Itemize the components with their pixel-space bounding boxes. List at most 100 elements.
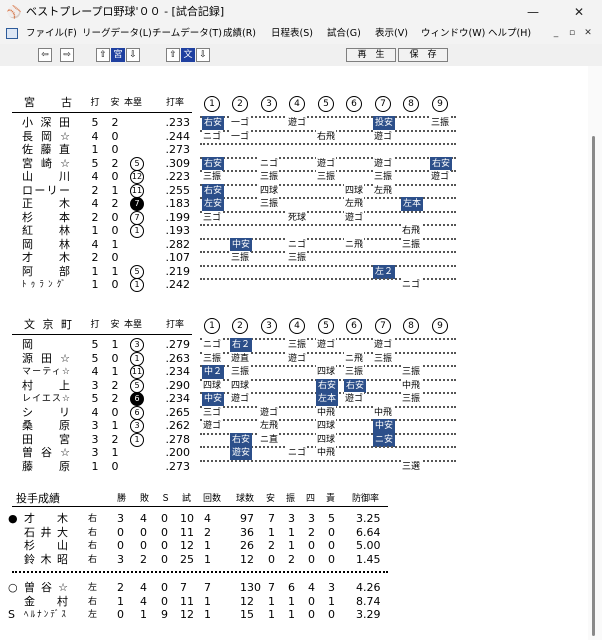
at-bat-result: 右安 (344, 378, 367, 393)
vertical-scrollbar[interactable] (588, 66, 602, 640)
batter-row[interactable]: レイエス☆ 5 2 6.234 中安 遊ゴ 左本 遊ゴ 三振 (0, 392, 588, 406)
arrow-down-icon[interactable]: ⇩ (126, 48, 140, 62)
hits: 0 (111, 210, 119, 224)
home-run-count: 7 (130, 197, 144, 211)
batter-row[interactable]: 正木 4 2 7 .183 左安 三振 左飛 左本 (0, 197, 588, 211)
at-bat-result: 遊ゴ (202, 419, 223, 433)
header-avg: 打率 (166, 98, 185, 108)
batter-row[interactable]: 源田☆ 5 0 1.263 三振 遊直 遊ゴ ニ飛 三振 (0, 351, 588, 366)
batter-row[interactable]: 村上 3 2 5 .290 四球 四球 右安 右安 中飛 (0, 378, 588, 393)
at-bat-result: 左本 (401, 197, 424, 211)
batter-row[interactable]: 紅林 1 0 1 .193 右飛 (0, 224, 588, 238)
pitcher-row[interactable]: S ﾍﾙﾅﾝﾃﾞｽ左 0 1 9 12 1 15 1 1 0 0 3.29 (0, 608, 588, 622)
batter-row[interactable]: 山川 4 0 12 .223 三振 三振 三振 三振 遊ゴ (0, 170, 588, 184)
pitching-er: 0 (328, 525, 335, 539)
menu-item[interactable]: 表示(V) (375, 27, 408, 41)
pitching-header-col: 振 (286, 494, 296, 504)
pitching-g: 25 (180, 552, 194, 566)
batter-row[interactable]: ﾄｩﾗﾝｸﾞ 1 0 1 .242 ニゴ (0, 278, 588, 292)
pitcher-row[interactable]: 金村右 1 4 0 11 1 12 1 1 0 1 8.74 (0, 595, 588, 609)
pitcher-name: 才木 (24, 512, 68, 525)
batter-row[interactable]: 佐藤直 1 0 .273 (0, 143, 588, 157)
batter-row[interactable]: 才木 2 0 .107 三振 三振 (0, 251, 588, 265)
pitcher-row[interactable]: 杉山右 0 0 0 12 1 26 2 1 0 0 5.00 (0, 539, 588, 553)
hits: 1 (111, 338, 119, 351)
arrow-down-icon[interactable]: ⇩ (196, 48, 210, 62)
play-button[interactable]: 再 生 (346, 48, 396, 62)
at-bats: 3 (91, 446, 99, 459)
batter-row[interactable]: 岡林 4 1 .282 中安 ニゴ ニ飛 三振 (0, 237, 588, 252)
batter-row[interactable]: シリ 4 0 6 .265 三ゴ 遊ゴ 中飛 中飛 (0, 405, 588, 420)
mdi-minimize-icon[interactable]: _ (550, 27, 562, 39)
pitching-g: 10 (180, 512, 194, 525)
player-name: 才木 (22, 251, 70, 264)
batter-row[interactable]: 岡 5 1 3.279 ニゴ 右２ 三振 遊ゴ 遊ゴ (0, 338, 588, 352)
pitching-w: 3 (117, 512, 124, 525)
menu-item[interactable]: 成績(R) (223, 27, 256, 41)
at-bat-result: 中飛 (316, 405, 337, 420)
batting-average: .279 (165, 338, 191, 351)
close-button[interactable]: ✕ (556, 0, 602, 24)
home-run-count: 5 (130, 264, 144, 279)
header-underline (12, 112, 192, 113)
menu-item[interactable]: 日程表(S) (271, 27, 313, 41)
batter-row[interactable]: 曽谷☆ 3 1 .200 遊安 ニゴ 中飛 (0, 446, 588, 460)
arrow-left-icon[interactable]: ⇦ (38, 48, 52, 62)
inning-number: 9 (432, 96, 448, 112)
pitching-bb: 0 (308, 608, 315, 621)
scroll-thumb[interactable] (592, 136, 595, 636)
at-bat-result: 遊ゴ (230, 392, 251, 406)
mdi-restore-icon[interactable]: ▫ (566, 27, 578, 39)
at-bat-result: 三振 (373, 170, 394, 184)
player-name: レイエス☆ (22, 394, 70, 404)
pitcher-row[interactable]: 石井大右 0 0 0 11 2 36 1 1 2 0 6.64 (0, 526, 588, 540)
menu-item[interactable]: チームデータ(T) (152, 27, 222, 41)
inning-number: 1 (204, 96, 220, 112)
minimize-button[interactable]: — (510, 0, 556, 24)
batter-row[interactable]: 長岡☆ 4 0 .244 ニゴ 一ゴ 右飛 遊ゴ (0, 129, 588, 144)
at-bats: 3 (91, 419, 99, 432)
at-bat-result: 死球 (287, 210, 308, 225)
at-bat-result: 三振 (202, 351, 223, 366)
menu-item[interactable]: リーグデータ(L) (82, 27, 152, 41)
at-bats: 5 (91, 392, 99, 405)
hits: 0 (111, 224, 119, 237)
team-home-button[interactable]: 宮 (111, 48, 125, 62)
pitching-bb: 0 (308, 539, 315, 552)
menu-item[interactable]: ヘルプ(H) (488, 27, 531, 41)
pitching-l: 1 (140, 608, 147, 621)
team-away-button[interactable]: 文 (181, 48, 195, 62)
at-bat-result: 右安 (202, 156, 225, 171)
batter-row[interactable]: 阿部 1 1 5.219 左２ (0, 264, 588, 279)
arrow-right-icon[interactable]: ⇨ (60, 48, 74, 62)
pitcher-name: 鈴木昭 (24, 552, 68, 566)
arrow-up-icon[interactable]: ⇧ (96, 48, 110, 62)
menu-item[interactable]: ファイル(F) (26, 27, 77, 41)
at-bats: 2 (91, 251, 99, 264)
batting-average: .242 (165, 278, 191, 291)
header-avg: 打率 (166, 320, 185, 330)
at-bat-result: 四球 (230, 378, 251, 393)
menu-item[interactable]: ウィンドウ(W) (421, 27, 485, 41)
batter-row[interactable]: 小深田 5 2 .233 右安 一ゴ 遊ゴ 投安 三振 (0, 116, 588, 130)
arrow-up-icon[interactable]: ⇧ (166, 48, 180, 62)
batter-row[interactable]: 藤原 1 0 .273 三選 (0, 459, 588, 474)
pitcher-row[interactable]: ○ 曽谷☆ 左 2 4 0 7 7 130 7 6 4 3 4.26 (0, 581, 588, 595)
batter-row[interactable]: 田宮 3 2 1 .278 右安 ニ直 四球 ニ安 (0, 432, 588, 447)
batter-row[interactable]: 杉本 2 0 7 .199 三ゴ 死球 遊ゴ (0, 210, 588, 225)
batter-row[interactable]: マーティ☆ 4 1 11.234 中２ 三振 四球 三振 三振 (0, 365, 588, 379)
pitcher-row[interactable]: ● 才木右 3 4 0 10 4 97 7 3 3 5 3.25 (0, 512, 588, 526)
batter-row[interactable]: ローリー 2 1 11.255 右安 四球 四球 左飛 (0, 183, 588, 198)
mdi-close-icon[interactable]: ✕ (582, 27, 594, 39)
at-bat-result: 三ゴ (202, 210, 223, 225)
inning-number: 6 (346, 96, 362, 112)
batting-average: .107 (165, 251, 191, 264)
batter-row[interactable]: 桑原 3 1 3 .262 遊ゴ 左飛 四球 中安 (0, 419, 588, 433)
inning-number: 4 (289, 96, 305, 112)
pitcher-row[interactable]: 鈴木昭右 3 2 0 25 1 12 0 2 0 0 1.45 (0, 553, 588, 567)
menu-item[interactable]: 試合(G) (327, 27, 361, 41)
home-run-count: 6 (130, 392, 144, 406)
document-icon (6, 28, 18, 39)
save-button[interactable]: 保 存 (398, 48, 448, 62)
batter-row[interactable]: 宮崎☆ 5 2 5 .309 右安 ニゴ 遊ゴ 遊ゴ 右安 (0, 156, 588, 171)
